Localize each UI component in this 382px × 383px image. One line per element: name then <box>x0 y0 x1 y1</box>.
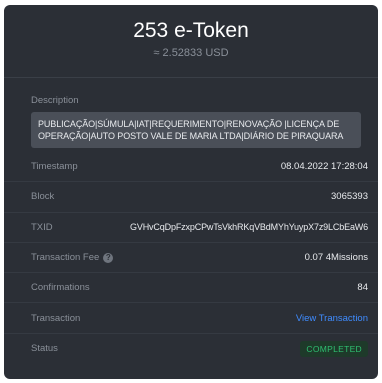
token-amount: 253 e-Token <box>133 19 249 42</box>
view-transaction-link[interactable]: View Transaction <box>296 313 368 324</box>
description-text: PUBLICAÇÃO|SÚMULA|IAT|REQUERIMENTO|RENOV… <box>31 112 361 148</box>
details-list: Timestamp 08.04.2022 17:28:04 Block 3065… <box>4 152 378 364</box>
usd-equivalent: ≈ 2.52833 USD <box>153 47 229 59</box>
transaction-details-panel: 253 e-Token ≈ 2.52833 USD Description PU… <box>4 5 378 379</box>
amount-header: 253 e-Token ≈ 2.52833 USD <box>4 5 378 78</box>
timestamp-label: Timestamp <box>31 161 78 173</box>
confirmations-label: Confirmations <box>31 282 90 294</box>
txid-label: TXID <box>31 221 53 233</box>
confirmations-value: 84 <box>357 282 368 294</box>
status-label: Status <box>31 343 58 355</box>
txid-row: TXID GVHvCqDpFzxpCPwTsVkhRKqVBdMYhYuypX7… <box>4 213 378 243</box>
timestamp-row: Timestamp 08.04.2022 17:28:04 <box>4 152 378 183</box>
status-row: Status COMPLETED <box>4 334 378 364</box>
block-value: 3065393 <box>331 191 368 203</box>
block-label: Block <box>31 191 55 203</box>
txid-value: GVHvCqDpFzxpCPwTsVkhRKqVBdMYhYuypX7z9LCb… <box>130 222 368 233</box>
transaction-fee-row: Transaction Fee ? 0.07 4Missions <box>4 243 378 274</box>
transaction-fee-label: Transaction Fee ? <box>31 252 114 264</box>
description-label: Description <box>31 95 79 106</box>
transaction-label: Transaction <box>31 312 81 324</box>
status-badge: COMPLETED <box>300 340 368 357</box>
block-row: Block 3065393 <box>4 182 378 213</box>
transaction-fee-value: 0.07 4Missions <box>304 252 368 264</box>
timestamp-value: 08.04.2022 17:28:04 <box>280 161 368 173</box>
help-circle-icon[interactable]: ? <box>103 252 114 263</box>
transaction-row: Transaction View Transaction <box>4 303 378 334</box>
transaction-fee-label-text: Transaction Fee <box>31 252 100 264</box>
confirmations-row: Confirmations 84 <box>4 273 378 304</box>
